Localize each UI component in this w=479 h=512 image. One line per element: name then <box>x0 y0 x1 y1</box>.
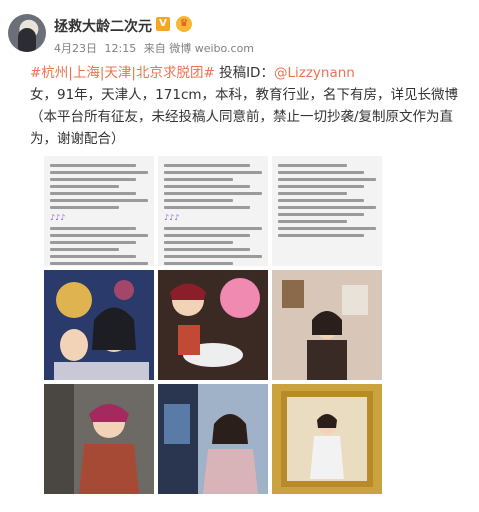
image-6[interactable] <box>272 270 382 380</box>
contributor-handle-link[interactable]: @Lizzynann <box>274 65 355 81</box>
post-line-2: 女，91年，天津人，171cm，本科，教育行业，名下有房，详见长微博 <box>30 87 459 103</box>
image-9[interactable] <box>272 384 382 494</box>
post-time[interactable]: 12:15 <box>105 42 137 55</box>
image-8[interactable] <box>158 384 268 494</box>
hashtag-link[interactable]: #杭州|上海|天津|北京求脱团# <box>30 65 215 81</box>
image-7[interactable] <box>44 384 154 494</box>
image-5[interactable] <box>158 270 268 380</box>
post-header: 拯救大龄二次元 V ♛ 4月23日 12:15 来自 微博 weibo.com <box>8 8 468 58</box>
post-line-4: 为，谢谢配合） <box>30 131 125 147</box>
post-text: #杭州|上海|天津|北京求脱团# 投稿ID：@Lizzynann 女，91年，天… <box>30 62 470 150</box>
image-1[interactable]: ♪♪♪ <box>44 156 154 266</box>
post-line-3: （本平台所有征友，未经投稿人同意前，禁止一切抄袭/复制原文作为直 <box>30 109 454 125</box>
image-grid: ♪♪♪ ♪♪♪ <box>44 156 384 496</box>
post-source: 来自 微博 weibo.com <box>143 42 255 55</box>
image-2[interactable]: ♪♪♪ <box>158 156 268 266</box>
verified-v-icon: V <box>156 17 170 31</box>
crown-badge-icon: ♛ <box>176 16 192 32</box>
image-4[interactable] <box>44 270 154 380</box>
post-date[interactable]: 4月23日 <box>54 42 97 55</box>
username[interactable]: 拯救大龄二次元 <box>54 16 152 36</box>
post-line-1: #杭州|上海|天津|北京求脱团# 投稿ID：@Lizzynann <box>30 62 470 84</box>
contributor-label: 投稿ID： <box>219 65 274 81</box>
avatar[interactable] <box>8 14 46 52</box>
post-meta: 4月23日 12:15 来自 微博 weibo.com <box>54 40 258 56</box>
image-3[interactable] <box>272 156 382 266</box>
